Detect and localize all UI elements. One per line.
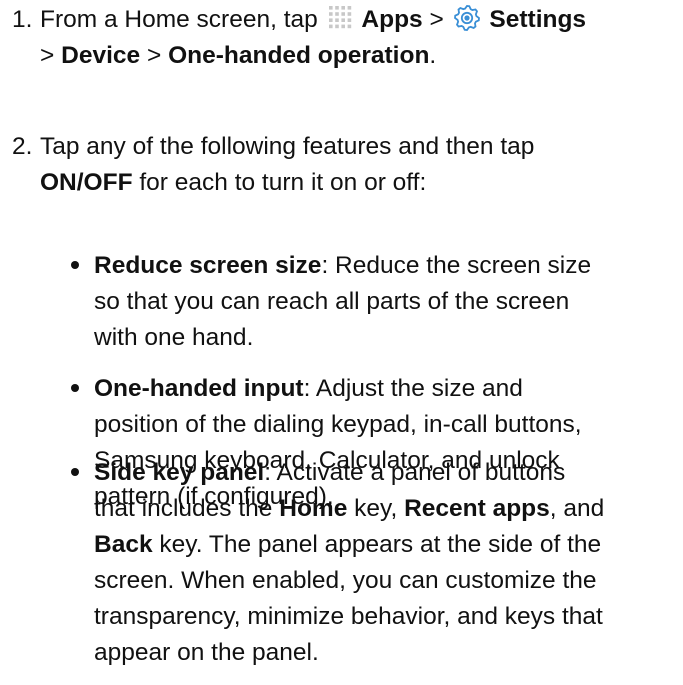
- step-2-text: Tap any of the following features and th…: [40, 133, 535, 196]
- reduce-screen-size-title: Reduce screen size: [94, 252, 322, 279]
- one-handed-input-title: One-handed input: [94, 375, 304, 402]
- apps-grid-icon: [328, 6, 351, 29]
- step-number: 1.: [12, 6, 33, 33]
- bullet-icon: [71, 261, 79, 269]
- device-label: Device: [61, 42, 141, 69]
- settings-gear-icon: [453, 5, 480, 31]
- recent-apps-label: Recent apps: [404, 495, 550, 522]
- side-key-panel-title: Side key panel: [94, 459, 265, 486]
- step-number: 2.: [12, 133, 33, 160]
- on-off-label: ON/OFF: [40, 169, 133, 196]
- one-handed-operation-label: One-handed operation: [168, 42, 430, 69]
- back-key-label: Back: [94, 531, 153, 558]
- home-key-label: Home: [279, 495, 348, 522]
- bullet-icon: [71, 468, 79, 476]
- apps-label: Apps: [361, 6, 423, 33]
- settings-label: Settings: [489, 6, 587, 33]
- bullet-icon: [71, 384, 79, 392]
- instructions-document: 1. From a Home screen, tap Apps > Settin…: [0, 0, 683, 685]
- step-1-text: From a Home screen, tap Apps > Settings …: [40, 5, 587, 69]
